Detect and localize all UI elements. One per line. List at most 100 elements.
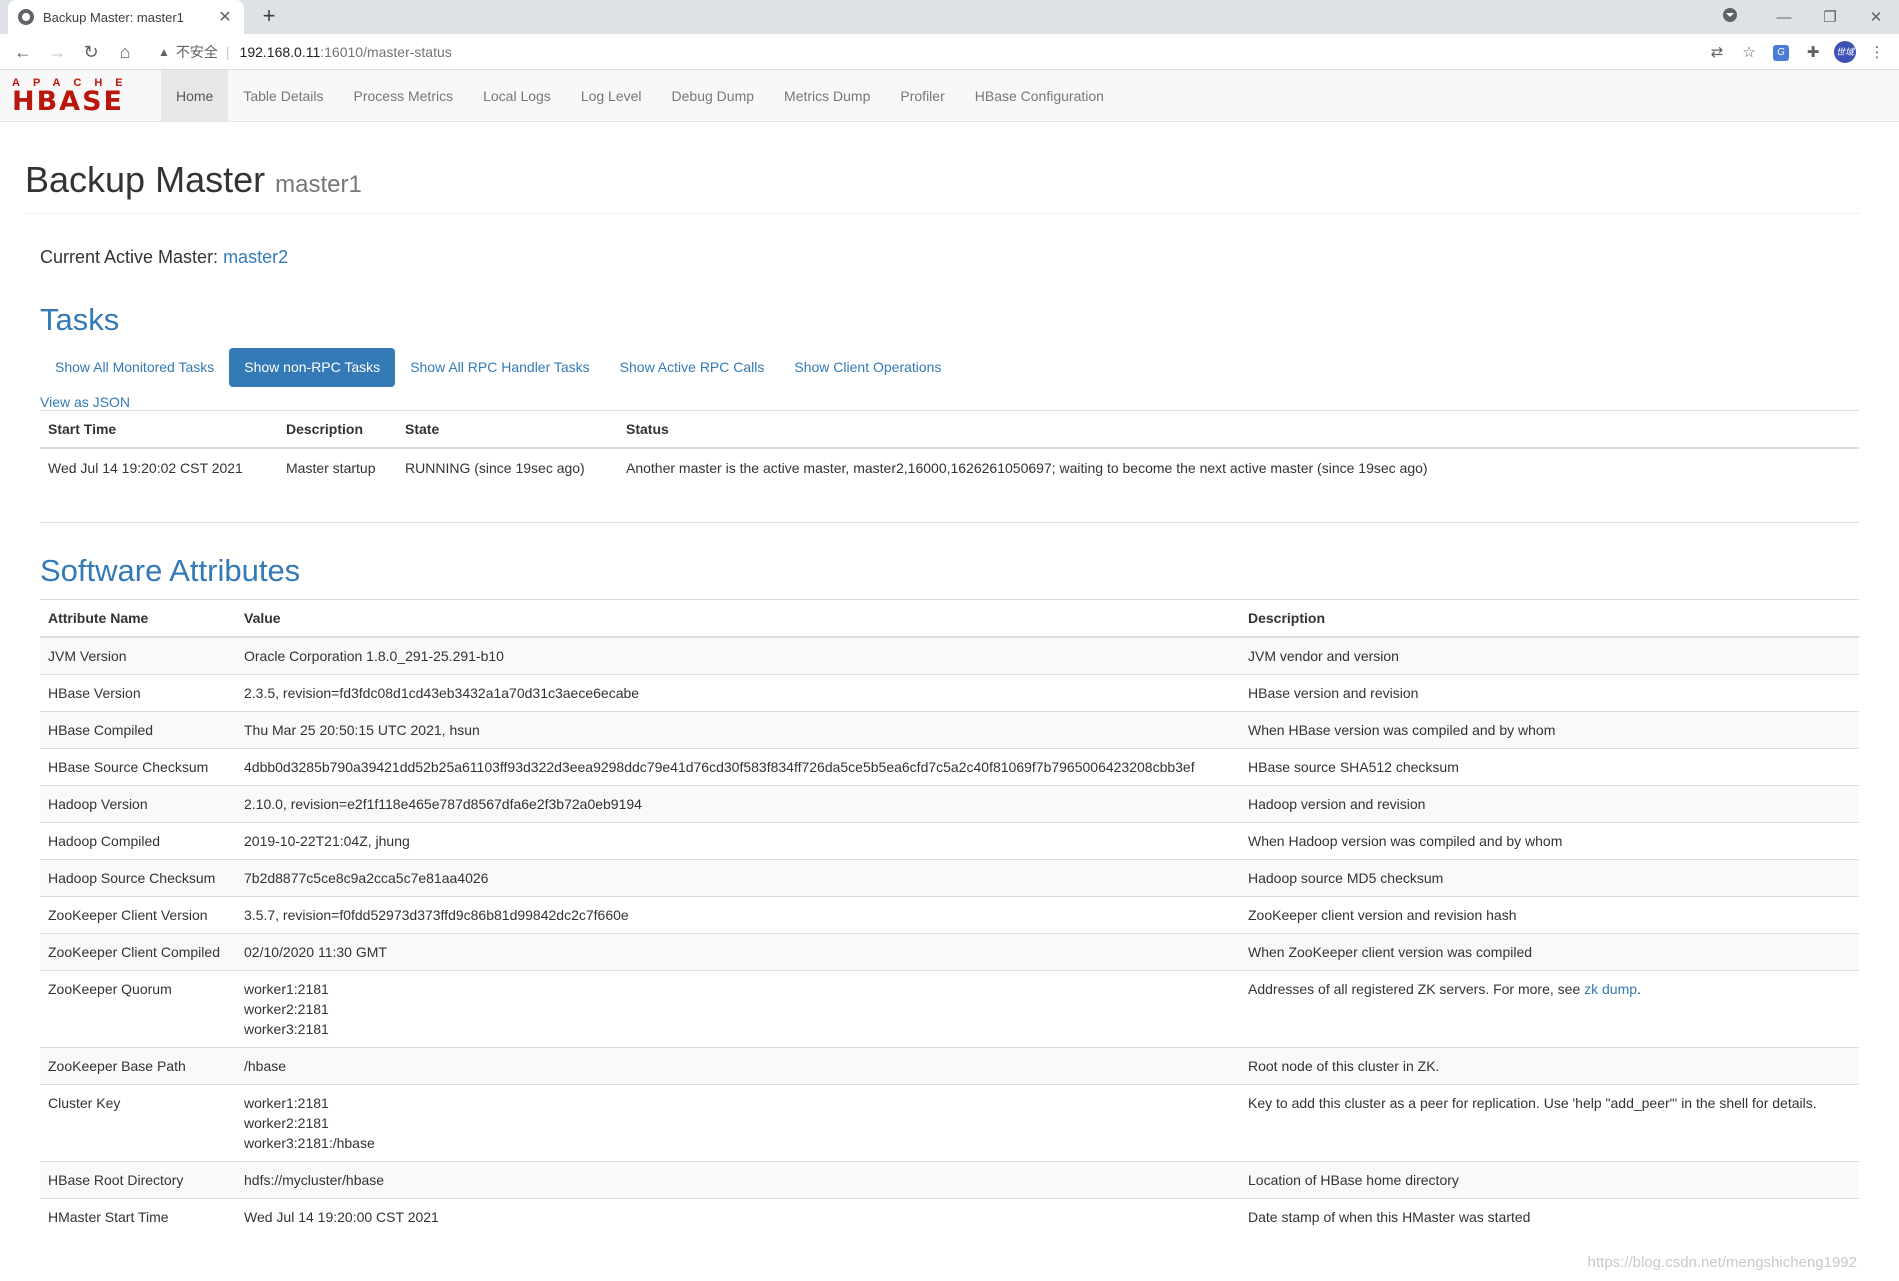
reload-button[interactable]: ↻ <box>74 37 108 67</box>
attribute-description-text: JVM vendor and version <box>1248 647 1399 664</box>
extensions-icon[interactable]: ✚ <box>1797 43 1829 61</box>
attribute-description: Location of HBase home directory <box>1240 1160 1859 1198</box>
new-tab-button[interactable]: + <box>256 4 282 30</box>
table-row: JVM Version Oracle Corporation 1.8.0_291-… <box>40 636 1859 674</box>
table-row: Hadoop Compiled 2019-10-22T21:04Z, jhung W… <box>40 821 1859 859</box>
attribute-description: When Hadoop version was compiled and by … <box>1240 821 1859 859</box>
attribute-description-text: Key to add this cluster as a peer for re… <box>1248 1094 1817 1111</box>
table-row: HBase Version 2.3.5, revision=fd3fdc08d1c… <box>40 673 1859 711</box>
browser-tab[interactable]: Backup Master: master1 ✕ <box>8 0 244 34</box>
warning-icon[interactable]: ▲ <box>158 45 170 59</box>
attribute-description-text: When HBase version was compiled and by w… <box>1248 721 1556 738</box>
attribute-value: 4dbb0d3285b790a39421dd52b25a61103ff93d32… <box>236 747 1240 785</box>
attribute-value-line: worker2:2181 <box>244 1114 329 1131</box>
hbase-logo[interactable]: APACHE HBASE <box>0 70 161 121</box>
attribute-name: Hadoop Compiled <box>40 821 236 859</box>
profile-avatar[interactable]: 世域 <box>1829 40 1861 63</box>
attribute-name: HMaster Start Time <box>40 1197 236 1235</box>
address-bar[interactable]: ▲ 不安全 | 192.168.0.11:16010/master-status <box>152 38 1693 66</box>
active-master-label: Current Active Master: <box>40 247 224 267</box>
attribute-value: hdfs://mycluster/hbase <box>236 1160 1240 1198</box>
nav-metrics-dump[interactable]: Metrics Dump <box>769 70 885 121</box>
attributes-body: JVM Version Oracle Corporation 1.8.0_291-… <box>40 636 1859 1235</box>
browser-tabstrip: Backup Master: master1 ✕ + — ❐ ✕ <box>0 0 1899 34</box>
attribute-description-text: Addresses of all registered ZK servers. … <box>1248 980 1585 997</box>
software-attributes-heading: Software Attributes <box>40 553 301 588</box>
close-window-button[interactable]: ✕ <box>1853 8 1899 26</box>
attribute-name: HBase Compiled <box>40 710 236 748</box>
attribute-name: JVM Version <box>40 636 236 674</box>
view-as-json-link[interactable]: View as JSON <box>40 394 1859 410</box>
forward-button[interactable]: → <box>40 37 74 67</box>
attribute-value: /hbase <box>236 1046 1240 1084</box>
attribute-value-line: 02/10/2020 11:30 GMT <box>244 943 387 960</box>
table-row: Cluster Key worker1:2181 worker2:2181 worke… <box>40 1083 1859 1161</box>
restore-button[interactable]: ❐ <box>1807 8 1853 26</box>
pill-client-operations[interactable]: Show Client Operations <box>779 348 956 387</box>
zk-dump-link[interactable]: zk dump <box>1584 981 1637 997</box>
task-state: RUNNING (since 19sec ago) <box>397 447 618 486</box>
table-row: HBase Source Checksum 4dbb0d3285b790a3942… <box>40 747 1859 785</box>
attribute-description: Hadoop source MD5 checksum <box>1240 858 1859 896</box>
table-spacer-row <box>40 486 1859 523</box>
attribute-value-line: Thu Mar 25 20:50:15 UTC 2021, hsun <box>244 721 480 738</box>
attribute-description-text: Hadoop version and revision <box>1248 795 1426 812</box>
task-description: Master startup <box>278 447 397 486</box>
insecure-label: 不安全 <box>175 43 218 60</box>
back-button[interactable]: ← <box>6 37 40 67</box>
nav-local-logs[interactable]: Local Logs <box>468 70 566 121</box>
logo-hbase-text: HBASE <box>12 85 124 117</box>
omnibox-separator: | <box>225 43 230 60</box>
content: Current Active Master: master2 Tasks Sho… <box>25 247 1859 1235</box>
tab-title: Backup Master: master1 <box>43 9 184 25</box>
attribute-value: Thu Mar 25 20:50:15 UTC 2021, hsun <box>236 710 1240 748</box>
attribute-value: 2.3.5, revision=fd3fdc08d1cd43eb3432a1a7… <box>236 673 1240 711</box>
table-header: State <box>397 410 618 449</box>
attribute-value-line: 2.10.0, revision=e2f1f118e465e787d8567df… <box>244 795 642 812</box>
task-start-time: Wed Jul 14 19:20:02 CST 2021 <box>40 447 278 486</box>
tab-search-button[interactable] <box>1715 8 1761 26</box>
nav-home[interactable]: Home <box>161 70 229 121</box>
menu-kebab-icon[interactable]: ⋮ <box>1861 43 1893 61</box>
minimize-button[interactable]: — <box>1761 9 1807 26</box>
nav-hbase-configuration[interactable]: HBase Configuration <box>960 70 1119 121</box>
attribute-value-line: worker3:2181 <box>244 1020 329 1037</box>
close-tab-icon[interactable]: ✕ <box>216 7 234 27</box>
attribute-description: Date stamp of when this HMaster was star… <box>1240 1197 1859 1235</box>
attribute-value: 02/10/2020 11:30 GMT <box>236 932 1240 970</box>
table-header: Start Time <box>40 410 278 449</box>
active-master-link[interactable]: master2 <box>223 247 288 267</box>
nav-process-metrics[interactable]: Process Metrics <box>339 70 469 121</box>
main-container: Backup Master master1 Current Active Mas… <box>0 122 1899 1235</box>
attribute-value-line: Wed Jul 14 19:20:00 CST 2021 <box>244 1208 439 1225</box>
attribute-name: HBase Source Checksum <box>40 747 236 785</box>
attribute-value: worker1:2181 worker2:2181 worker3:2181 <box>236 969 1240 1047</box>
globe-icon <box>18 9 34 25</box>
attribute-description-text: ZooKeeper client version and revision ha… <box>1248 906 1517 923</box>
tasks-heading: Tasks <box>40 302 120 337</box>
pill-non-rpc-tasks[interactable]: Show non-RPC Tasks <box>229 348 396 387</box>
active-master-line: Current Active Master: master2 <box>40 247 1859 268</box>
nav-log-level[interactable]: Log Level <box>566 70 657 121</box>
attribute-value-line: /hbase <box>244 1057 287 1074</box>
attribute-name: HBase Version <box>40 673 236 711</box>
pill-all-monitored-tasks[interactable]: Show All Monitored Tasks <box>40 348 229 387</box>
attribute-description-text: Date stamp of when this HMaster was star… <box>1248 1208 1531 1225</box>
attribute-value-line: worker1:2181 <box>244 1094 329 1111</box>
toolbar-icons: ⇄ ☆ G ✚ 世域 ⋮ <box>1701 40 1893 63</box>
attribute-value: worker1:2181 worker2:2181 worker3:2181:/hb… <box>236 1083 1240 1161</box>
translate-icon[interactable]: ⇄ <box>1701 43 1733 61</box>
pill-rpc-handler-tasks[interactable]: Show All RPC Handler Tasks <box>395 348 604 387</box>
watermark: https://blog.csdn.net/mengshicheng1992 <box>1587 1254 1857 1271</box>
google-translate-icon[interactable]: G <box>1765 42 1797 61</box>
nav-profiler[interactable]: Profiler <box>885 70 959 121</box>
attribute-name: Hadoop Version <box>40 784 236 822</box>
pill-active-rpc-calls[interactable]: Show Active RPC Calls <box>605 348 780 387</box>
bookmark-star-icon[interactable]: ☆ <box>1733 43 1765 61</box>
attribute-description-text: Location of HBase home directory <box>1248 1171 1459 1188</box>
home-button[interactable]: ⌂ <box>108 37 142 67</box>
nav-debug-dump[interactable]: Debug Dump <box>657 70 770 121</box>
table-row: ZooKeeper Base Path/hbase Root node of th… <box>40 1046 1859 1084</box>
nav-table-details[interactable]: Table Details <box>228 70 338 121</box>
attribute-description: JVM vendor and version <box>1240 636 1859 674</box>
